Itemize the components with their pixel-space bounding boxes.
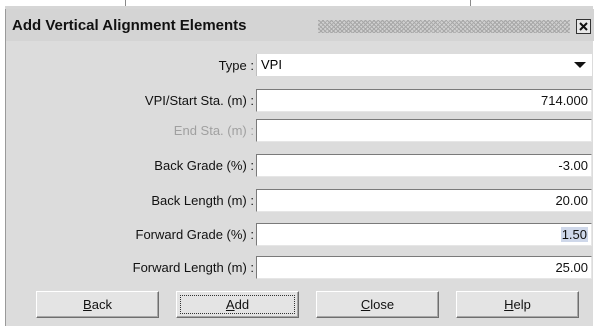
back-grade-field[interactable]: -3.00 [256,154,592,177]
end-station-row: End Sta. (m) : [6,119,594,143]
forward-length-label: Forward Length (m) : [132,260,254,275]
back-length-row: Back Length (m) : 20.00 [6,189,594,213]
forward-grade-row: Forward Grade (%) : 1.50 [6,223,594,247]
back-button-label: ack [91,297,112,312]
forward-grade-label: Forward Grade (%) : [135,227,254,242]
forward-grade-selected-text[interactable]: 1.50 [560,227,588,242]
add-button-mnemonic: A [225,297,235,312]
end-station-label: End Sta. (m) : [173,123,254,138]
background-window-strip [0,0,595,9]
back-length-label: Back Length (m) : [151,193,254,208]
close-button-mnemonic: C [360,297,371,312]
back-grade-label: Back Grade (%) : [154,158,254,173]
start-station-label: VPI/Start Sta. (m) : [144,93,254,108]
back-length-field[interactable]: 20.00 [256,189,592,212]
close-button[interactable]: Close [316,291,439,318]
help-button-mnemonic: H [504,297,514,312]
back-grade-row: Back Grade (%) : -3.00 [6,154,594,178]
end-station-field [256,119,592,142]
forward-grade-field[interactable]: 1.50 [256,223,592,246]
type-label: Type : [218,58,254,73]
type-select[interactable]: VPI [256,54,592,76]
help-button-label: elp [513,297,531,312]
titlebar-drag-texture[interactable] [318,20,570,33]
forward-length-row: Forward Length (m) : 25.00 [6,256,594,280]
add-button-label: dd [234,297,250,312]
close-icon[interactable] [576,19,591,34]
close-button-label: lose [370,297,395,312]
dropdown-caret-icon[interactable] [574,62,586,68]
dialog-title: Add Vertical Alignment Elements [12,17,247,34]
start-station-row: VPI/Start Sta. (m) : 714.000 [6,89,594,113]
back-button[interactable]: Back [36,291,159,318]
add-button[interactable]: Add [176,291,299,318]
back-button-mnemonic: B [83,297,92,312]
help-button[interactable]: Help [456,291,579,318]
type-row: Type : VPI [6,54,594,78]
add-vertical-alignment-dialog: Add Vertical Alignment Elements Type : V… [5,9,594,326]
dialog-titlebar[interactable]: Add Vertical Alignment Elements [6,9,594,41]
type-select-value: VPI [261,57,282,72]
start-station-field[interactable]: 714.000 [256,89,592,112]
forward-length-field[interactable]: 25.00 [256,256,592,279]
